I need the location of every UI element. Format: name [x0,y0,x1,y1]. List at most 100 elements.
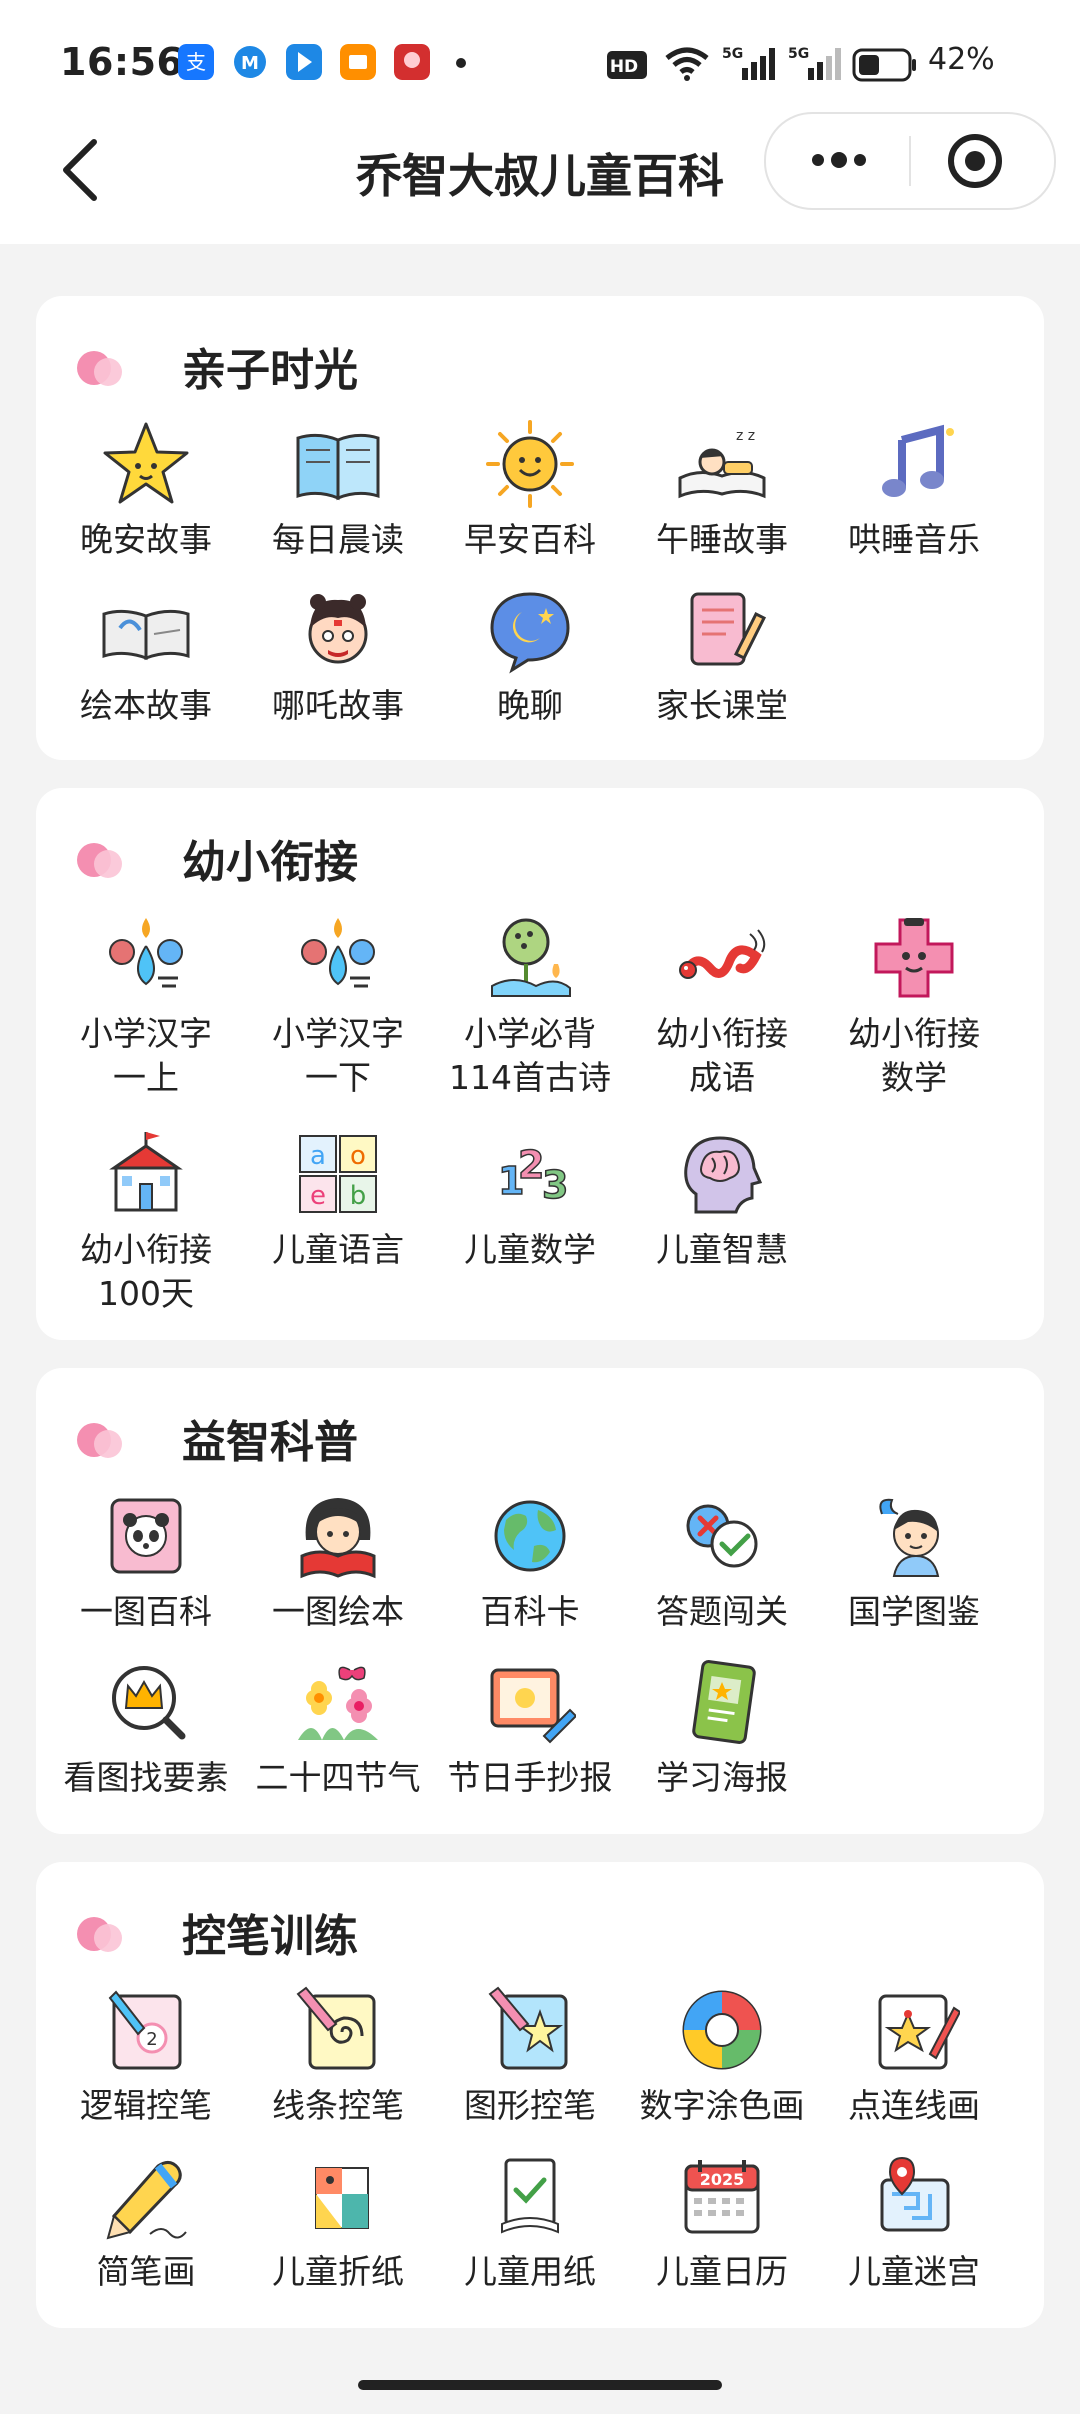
grid-item-100-days[interactable]: 幼小衔接 100天 [50,1128,242,1316]
svg-text:M: M [241,53,259,74]
more-menu-icon[interactable] [806,142,872,178]
grid-item-connect-dots[interactable]: 点连线画 [818,1984,1010,2128]
section-title: 亲子时光 [182,345,358,396]
color-circle-icon [682,1990,762,2070]
item-label: 晚安故事 [80,520,212,559]
section-title: 幼小衔接 [182,837,358,888]
grid-item-transition-math[interactable]: 幼小衔接 数学 [818,912,1010,1100]
grid-item-quiz-challenge[interactable]: 答题闯关 [626,1490,818,1634]
grid-item-stick-drawing[interactable]: 简笔画 [50,2150,242,2294]
grid-item-number-coloring[interactable]: 数字涂色画 [626,1984,818,2128]
maze-map-icon [880,2156,950,2232]
grid-item-morning-reading[interactable]: 每日晨读 [242,418,434,562]
grid-item-bedtime-story[interactable]: 晚安故事 [50,418,242,562]
grid-item-child-language[interactable]: aoeb 儿童语言 [242,1128,434,1272]
item-label: 图形控笔 [464,2086,596,2125]
item-label: 小学汉字 一上 [80,1014,212,1097]
grid-item-evening-chat[interactable]: 晚聊 [434,584,626,728]
section-title: 控笔训练 [182,1911,358,1962]
item-label: 幼小衔接 数学 [848,1014,980,1097]
lotus-poem-icon [491,918,571,997]
svg-text:2: 2 [146,2029,157,2050]
star-icon [103,422,189,504]
svg-text:2025: 2025 [700,2170,745,2189]
signal-5g-icon: 5G [722,46,775,80]
grid-item-nap-story[interactable]: z z 午睡故事 [626,418,818,562]
quiz-bubbles-icon [686,1504,758,1568]
grid-item-parent-class[interactable]: 家长课堂 [626,584,818,728]
grid-item-picture-book[interactable]: 绘本故事 [50,584,242,728]
alipay-icon: 支 [178,44,214,80]
home-indicator[interactable] [358,2380,722,2390]
grid-item-one-pic-encyclopedia[interactable]: 一图百科 [50,1490,242,1634]
picture-book-icon [102,609,190,661]
panda-card-icon [110,1498,182,1574]
grid-item-festival-poster[interactable]: 节日手抄报 [434,1656,626,1800]
letter-blocks-icon: a oe b [299,1135,377,1213]
item-label: 儿童日历 [656,2252,788,2291]
grid-item-one-pic-book[interactable]: 一图绘本 [242,1490,434,1634]
red-app-icon [394,44,430,80]
grid-item-idioms[interactable]: 幼小衔接 成语 [626,912,818,1100]
svg-text:3: 3 [542,1163,568,1207]
grid-item-morning-encyclopedia[interactable]: 早安百科 [434,418,626,562]
grid-item-solar-terms[interactable]: 二十四节气 [242,1656,434,1800]
item-label: 点连线画 [848,2086,980,2125]
grid-item-logic-pen[interactable]: 2 逻辑控笔 [50,1984,242,2128]
m-icon: M [234,46,266,78]
grid-item-find-elements[interactable]: 看图找要素 [50,1656,242,1800]
flowers-butterfly-icon [298,1666,378,1740]
svg-text:5G: 5G [722,46,743,62]
paint-poster-icon [490,1668,576,1744]
numbers-123-icon: 123 [497,1142,569,1208]
dragon-icon [679,929,766,979]
grid-item-child-maze[interactable]: 儿童迷宫 [818,2150,1010,2294]
grid-item-hanzi-upper[interactable]: 小学汉字 一上 [50,912,242,1100]
item-label: 数字涂色画 [639,2086,805,2125]
item-label: 家长课堂 [656,686,788,725]
item-label: 午睡故事 [656,520,788,559]
grid-item-child-paper[interactable]: 儿童用纸 [434,2150,626,2294]
star-pen-icon [488,1986,568,2070]
item-label: 儿童折纸 [272,2252,404,2291]
grid-item-lullaby-music[interactable]: 哄睡音乐 [818,418,1010,562]
pink-dot-icon [77,1423,122,1458]
paper-check-icon [501,2158,559,2234]
grid-item-ancient-poems[interactable]: 小学必背 114首古诗 [434,912,626,1100]
item-label: 儿童智慧 [656,1230,788,1269]
item-label: 一图百科 [80,1592,212,1631]
plus-face-icon [874,918,954,998]
calendar-2025-icon: 2025 [684,2160,760,2234]
grid-item-child-calendar[interactable]: 2025 儿童日历 [626,2150,818,2294]
grid-item-child-wisdom[interactable]: 儿童智慧 [626,1128,818,1272]
brain-head-icon [684,1136,763,1214]
item-label: 看图找要素 [63,1758,229,1797]
grid-item-encyclopedia-card[interactable]: 百科卡 [434,1490,626,1634]
hanzi-lower-icon [301,918,375,988]
grid-item-line-pen[interactable]: 线条控笔 [242,1984,434,2128]
item-label: 简笔画 [96,2252,196,2291]
svg-text:b: b [350,1181,367,1211]
status-time: 16:56 [60,40,184,84]
signal-5g-icon-2: 5G [788,46,841,80]
grid-item-guoxue-atlas[interactable]: 国学图鉴 [818,1490,1010,1634]
grid-item-shape-pen[interactable]: 图形控笔 [434,1984,626,2128]
more-notifications-dot [456,58,466,68]
spiral-pen-icon [296,1986,376,2070]
grid-item-origami[interactable]: 儿童折纸 [242,2150,434,2294]
svg-text:支: 支 [186,50,206,74]
grid-item-study-poster[interactable]: 学习海报 [626,1656,818,1800]
item-label: 儿童数学 [464,1230,596,1269]
grid-item-hanzi-lower[interactable]: 小学汉字 一下 [242,912,434,1100]
mini-program-capsule [764,112,1056,210]
pink-dot-icon [77,843,122,878]
close-target-icon[interactable] [946,132,1004,190]
hanzi-upper-icon [109,918,183,988]
grid-item-nezha-story[interactable]: 哪吒故事 [242,584,434,728]
svg-text:5G: 5G [788,46,809,62]
grid-item-child-math[interactable]: 123 儿童数学 [434,1128,626,1272]
pencil-draw-icon [106,2161,187,2240]
item-label: 哪吒故事 [272,686,404,725]
music-note-icon [882,424,954,497]
sun-icon [486,420,574,508]
